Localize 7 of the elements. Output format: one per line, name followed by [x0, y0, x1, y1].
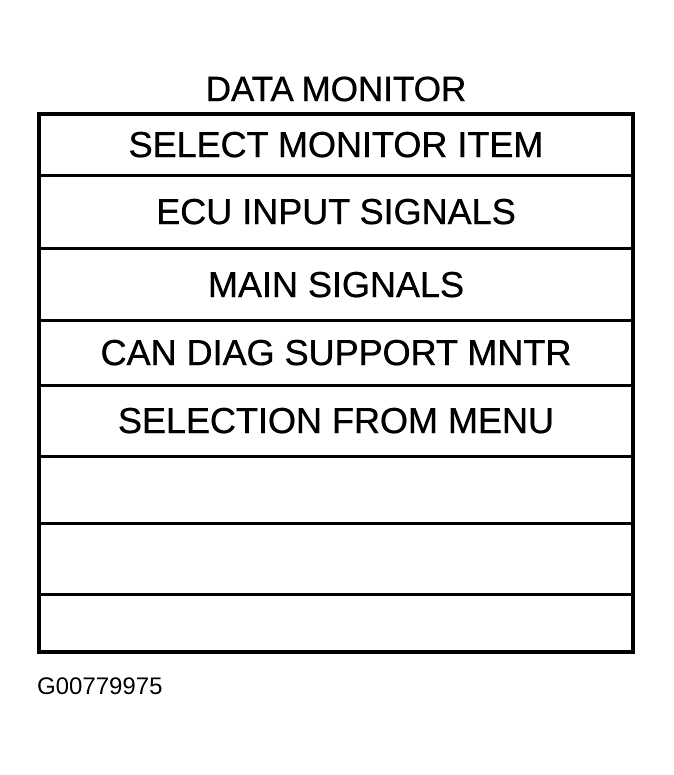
menu-item[interactable]: MAIN SIGNALS [41, 247, 631, 319]
screen-title: DATA MONITOR [206, 70, 466, 110]
figure-code: G00779975 [37, 674, 162, 700]
menu-heading: SELECT MONITOR ITEM [128, 123, 544, 167]
menu-item[interactable]: SELECTION FROM MENU [41, 384, 631, 455]
menu-item[interactable]: CAN DIAG SUPPORT MNTR [41, 319, 631, 384]
menu-item[interactable]: ECU INPUT SIGNALS [41, 174, 631, 247]
